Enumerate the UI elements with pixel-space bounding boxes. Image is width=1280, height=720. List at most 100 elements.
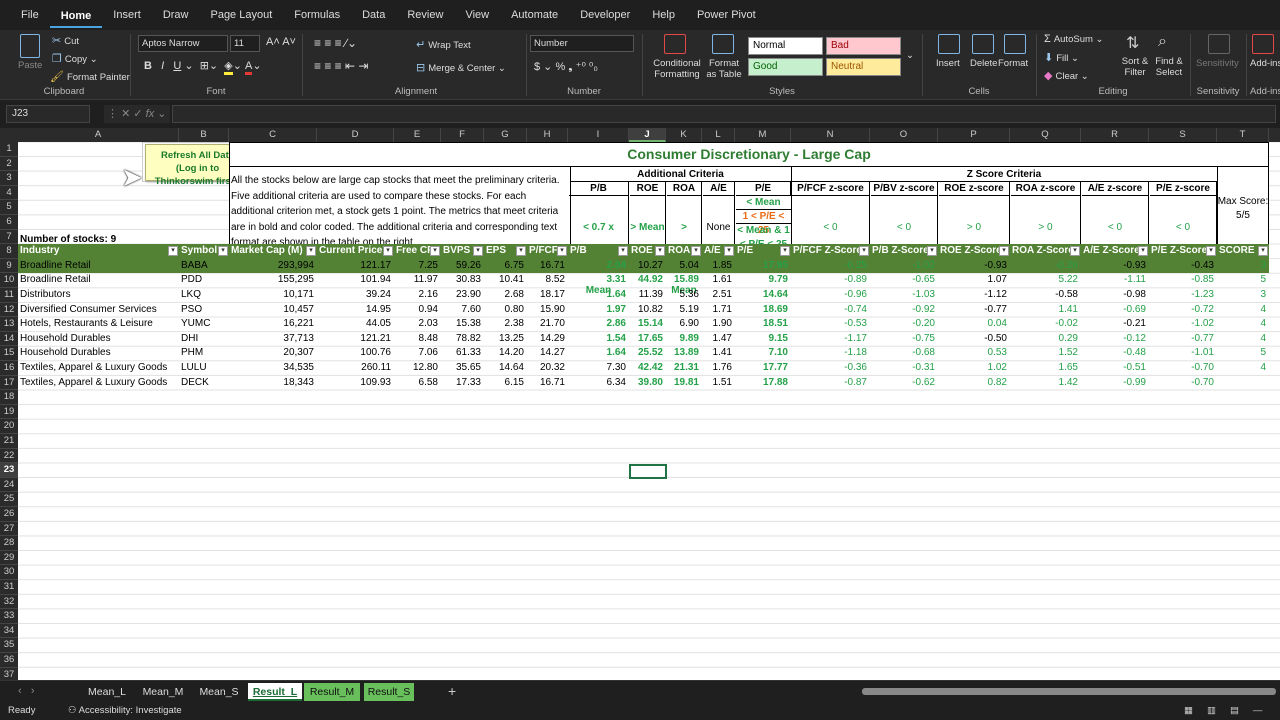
header-bvps[interactable]: BVPS ▾ <box>441 244 484 259</box>
row-header-23[interactable]: 23 <box>0 463 18 478</box>
column-header-D[interactable]: D <box>317 128 394 142</box>
cell-r14-O[interactable]: -0.75 <box>870 332 938 347</box>
row-header-15[interactable]: 15 <box>0 346 18 361</box>
cell-r9-E[interactable]: 7.25 <box>394 259 441 274</box>
filter-dropdown-icon[interactable]: ▾ <box>1206 246 1216 257</box>
cell-r12-A[interactable]: Diversified Consumer Services <box>20 303 179 318</box>
wrap-text-button[interactable]: ↵ Wrap Text <box>416 38 471 51</box>
cell-r17-Q[interactable]: 1.42 <box>1010 376 1081 391</box>
header-score[interactable]: SCORE ▾ <box>1217 244 1269 259</box>
formula-input[interactable] <box>172 105 1276 123</box>
filter-dropdown-icon[interactable]: ▾ <box>724 246 734 257</box>
cell-r15-F[interactable]: 61.33 <box>441 346 484 361</box>
cell-r9-Q[interactable]: -0.26 <box>1010 259 1081 274</box>
header-p-b[interactable]: P/B ▾ <box>568 244 629 259</box>
cell-r17-P[interactable]: 0.82 <box>938 376 1010 391</box>
cell-r10-A[interactable]: Broadline Retail <box>20 273 179 288</box>
header-industry[interactable]: Industry ▾ <box>18 244 179 259</box>
cell-r11-N[interactable]: -0.96 <box>791 288 870 303</box>
menu-page-layout[interactable]: Page Layout <box>199 0 283 30</box>
cell-r11-Q[interactable]: -0.58 <box>1010 288 1081 303</box>
horizontal-scrollbar[interactable] <box>862 688 1276 695</box>
cell-r10-T[interactable]: 5 <box>1217 273 1269 288</box>
row-header-2[interactable]: 2 <box>0 157 18 172</box>
cell-r17-K[interactable]: 19.81 <box>666 376 702 391</box>
filter-dropdown-icon[interactable]: ▾ <box>1138 246 1148 257</box>
cell-r11-R[interactable]: -0.98 <box>1081 288 1149 303</box>
cell-r12-L[interactable]: 1.71 <box>702 303 735 318</box>
cell-r15-L[interactable]: 1.41 <box>702 346 735 361</box>
cell-r12-T[interactable]: 4 <box>1217 303 1269 318</box>
cell-r15-I[interactable]: 1.64 <box>568 346 629 361</box>
cell-r10-C[interactable]: 155,295 <box>229 273 317 288</box>
cell-r12-E[interactable]: 0.94 <box>394 303 441 318</box>
cell-r12-Q[interactable]: 1.41 <box>1010 303 1081 318</box>
tab-result-m[interactable]: Result_M <box>304 683 360 701</box>
filter-dropdown-icon[interactable]: ▾ <box>383 246 393 257</box>
cell-r14-P[interactable]: -0.50 <box>938 332 1010 347</box>
sort-filter-button[interactable]: Sort & Filter <box>1118 56 1152 78</box>
column-header-Q[interactable]: Q <box>1010 128 1081 142</box>
cell-r16-E[interactable]: 12.80 <box>394 361 441 376</box>
row-header-24[interactable]: 24 <box>0 478 18 493</box>
row-header-4[interactable]: 4 <box>0 186 18 201</box>
cut-button[interactable]: ✂ Cut <box>52 34 79 47</box>
filter-dropdown-icon[interactable]: ▾ <box>516 246 526 257</box>
cell-r9-H[interactable]: 16.71 <box>527 259 568 274</box>
header-roa-z-score[interactable]: ROA Z-Score ▾ <box>1010 244 1081 259</box>
cell-r14-G[interactable]: 13.25 <box>484 332 527 347</box>
style-normal[interactable]: Normal <box>748 37 823 55</box>
menu-help[interactable]: Help <box>641 0 686 30</box>
autosum-button[interactable]: Σ AutoSum ⌄ <box>1044 33 1104 45</box>
cell-r16-F[interactable]: 35.65 <box>441 361 484 376</box>
row-header-34[interactable]: 34 <box>0 624 18 639</box>
row-header-10[interactable]: 10 <box>0 273 18 288</box>
row-header-5[interactable]: 5 <box>0 200 18 215</box>
cell-r16-O[interactable]: -0.31 <box>870 361 938 376</box>
column-header-O[interactable]: O <box>870 128 938 142</box>
header-p-fcf-z-score[interactable]: P/FCF Z-Score ▾ <box>791 244 870 259</box>
cell-r15-R[interactable]: -0.48 <box>1081 346 1149 361</box>
copy-button[interactable]: ❐ Copy ⌄ <box>52 52 98 65</box>
cell-r13-B[interactable]: YUMC <box>181 317 229 332</box>
cell-r9-O[interactable]: -1.02 <box>870 259 938 274</box>
cell-r15-J[interactable]: 25.52 <box>629 346 666 361</box>
column-header-C[interactable]: C <box>229 128 317 142</box>
column-header-N[interactable]: N <box>791 128 870 142</box>
cell-r15-Q[interactable]: 1.52 <box>1010 346 1081 361</box>
cell-r15-T[interactable]: 5 <box>1217 346 1269 361</box>
format-as-table-button[interactable]: Format as Table <box>704 58 744 80</box>
menu-home[interactable]: Home <box>49 2 103 28</box>
cell-r9-N[interactable]: -0.25 <box>791 259 870 274</box>
cell-r9-K[interactable]: 5.04 <box>666 259 702 274</box>
cell-r15-O[interactable]: -0.68 <box>870 346 938 361</box>
row-header-7[interactable]: 7 <box>0 230 18 245</box>
cell-r15-A[interactable]: Household Durables <box>20 346 179 361</box>
cell-r17-N[interactable]: -0.87 <box>791 376 870 391</box>
header-roe-z-score[interactable]: ROE Z-Score ▾ <box>938 244 1010 259</box>
row-header-36[interactable]: 36 <box>0 653 18 668</box>
header-market-cap-m-[interactable]: Market Cap (M) ▾ <box>229 244 317 259</box>
cell-r12-H[interactable]: 15.90 <box>527 303 568 318</box>
row-header-13[interactable]: 13 <box>0 317 18 332</box>
menu-file[interactable]: File <box>10 0 50 30</box>
cell-r11-E[interactable]: 2.16 <box>394 288 441 303</box>
cell-r9-R[interactable]: -0.93 <box>1081 259 1149 274</box>
cell-r15-G[interactable]: 14.20 <box>484 346 527 361</box>
tab-result-l[interactable]: Result_L <box>248 683 302 701</box>
cell-r10-H[interactable]: 8.52 <box>527 273 568 288</box>
cell-r17-D[interactable]: 109.93 <box>317 376 394 391</box>
cell-r15-K[interactable]: 13.89 <box>666 346 702 361</box>
cell-r14-I[interactable]: 1.54 <box>568 332 629 347</box>
cell-r16-T[interactable]: 4 <box>1217 361 1269 376</box>
formula-controls[interactable]: ⋮ ✕ ✓ fx ⌄ <box>104 105 170 123</box>
style-neutral[interactable]: Neutral <box>826 58 901 76</box>
cell-r10-J[interactable]: 44.92 <box>629 273 666 288</box>
add-sheet-icon[interactable]: + <box>448 683 456 699</box>
cell-r9-B[interactable]: BABA <box>181 259 229 274</box>
cell-r12-D[interactable]: 14.95 <box>317 303 394 318</box>
filter-dropdown-icon[interactable]: ▾ <box>473 246 483 257</box>
cell-r15-N[interactable]: -1.18 <box>791 346 870 361</box>
cell-r9-C[interactable]: 293,994 <box>229 259 317 274</box>
header-free-cf[interactable]: Free CF ▾ <box>394 244 441 259</box>
